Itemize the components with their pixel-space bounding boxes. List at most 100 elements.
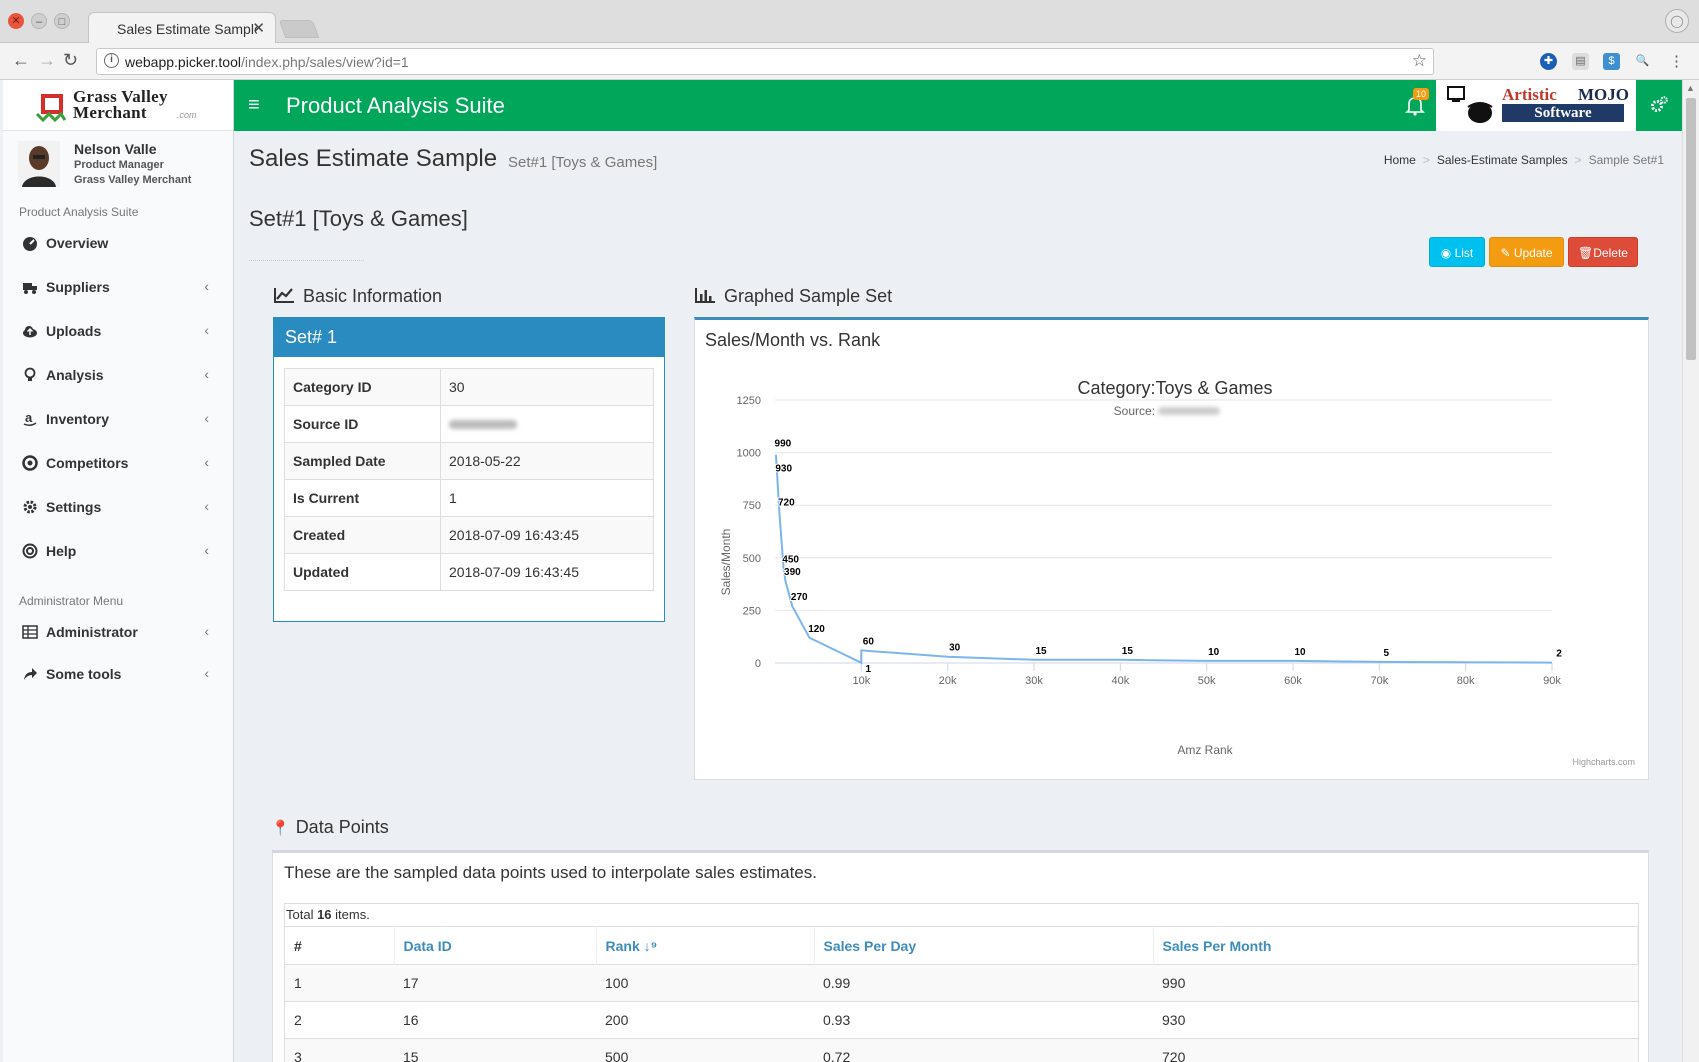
sidebar-item-uploads[interactable]: Uploads ‹ bbox=[3, 312, 233, 352]
chevron-left-icon: ‹ bbox=[204, 366, 209, 382]
truck-icon bbox=[23, 283, 37, 294]
sidebar-item-inventory[interactable]: a Inventory ‹ bbox=[3, 400, 233, 440]
data-grid: Total 16 items. # Data ID Rank ↓⁹ Sales … bbox=[284, 903, 1639, 1062]
user-name: Nelson Valle bbox=[74, 141, 157, 157]
sidebar-item-analysis[interactable]: Analysis ‹ bbox=[3, 356, 233, 396]
table-row[interactable]: 2 16 200 0.93 930 bbox=[285, 1001, 1638, 1039]
column-header-sales-per-day[interactable]: Sales Per Day bbox=[814, 926, 1154, 965]
search-extension-icon[interactable]: 🔍 bbox=[1634, 53, 1651, 70]
back-icon[interactable]: ← bbox=[12, 50, 30, 71]
list-button[interactable]: ◉ List bbox=[1429, 237, 1485, 267]
sidebar-item-overview[interactable]: Overview bbox=[3, 224, 233, 264]
chevron-left-icon: ‹ bbox=[204, 665, 209, 681]
page-scrollbar[interactable]: ▲ bbox=[1682, 80, 1699, 1062]
notification-badge: 10 bbox=[1413, 88, 1429, 100]
blurred-source bbox=[1158, 407, 1220, 415]
data-points-table: # Data ID Rank ↓⁹ Sales Per Day Sales Pe… bbox=[285, 926, 1638, 1062]
address-bar[interactable]: i webapp.picker.tool/index.php/sales/vie… bbox=[96, 48, 1434, 75]
chart-y-axis-label: Sales/Month bbox=[719, 529, 733, 596]
chart-data-label: 390 bbox=[784, 567, 801, 578]
sidebar-item-help[interactable]: Help ‹ bbox=[3, 532, 233, 572]
dashboard-icon bbox=[23, 237, 37, 251]
share-icon bbox=[24, 668, 37, 680]
sidebar-item-some-tools[interactable]: Some tools ‹ bbox=[3, 655, 233, 695]
chart-y-tick-label: 750 bbox=[743, 500, 761, 512]
pushpin-icon: 📍 bbox=[271, 820, 290, 837]
sidebar-item-competitors[interactable]: Competitors ‹ bbox=[3, 444, 233, 484]
reload-icon[interactable]: ↻ bbox=[63, 50, 78, 71]
chevron-left-icon: ‹ bbox=[204, 498, 209, 514]
chevron-left-icon: ‹ bbox=[204, 542, 209, 558]
sidebar-item-administrator[interactable]: Administrator ‹ bbox=[3, 613, 233, 653]
basic-info-panel: Set# 1 Category ID 30 Source ID Sampled D… bbox=[273, 317, 665, 622]
chart-box: Sales/Month vs. Rank 0 250 500 750 1000 1250 … bbox=[694, 317, 1649, 780]
delete-button[interactable]: 🗑Delete bbox=[1568, 237, 1638, 267]
graph-heading: Graphed Sample Set bbox=[694, 286, 892, 307]
update-button[interactable]: ✎ Update bbox=[1489, 237, 1564, 267]
chart-data-label: 2 bbox=[1556, 649, 1562, 660]
url-text: webapp.picker.tool/index.php/sales/view?… bbox=[125, 54, 409, 70]
section-title: Set#1 [Toys & Games] bbox=[249, 206, 468, 231]
table-row[interactable]: 3 15 500 0.72 720 bbox=[285, 1038, 1638, 1062]
chart-subtitle: Source: bbox=[1114, 404, 1155, 418]
chart-data-label: 450 bbox=[782, 554, 799, 565]
sidebar-item-settings[interactable]: Settings ‹ bbox=[3, 488, 233, 528]
cloud-upload-icon bbox=[23, 326, 37, 338]
extension-icon[interactable]: ✚ bbox=[1540, 53, 1557, 70]
window-close-button[interactable]: ✕ bbox=[8, 13, 24, 29]
forward-icon[interactable]: → bbox=[38, 50, 56, 71]
window-minimize-button[interactable]: – bbox=[31, 13, 47, 29]
scroll-thumb[interactable] bbox=[1686, 98, 1696, 360]
chart-box-title: Sales/Month vs. Rank bbox=[705, 330, 881, 350]
lightbulb-icon bbox=[24, 367, 36, 381]
chart-x-tick-label: 40k bbox=[1111, 675, 1129, 687]
chart-data-label: 15 bbox=[1122, 646, 1134, 657]
column-header-data-id[interactable]: Data ID bbox=[394, 926, 597, 965]
detail-row: Is Current 1 bbox=[284, 479, 654, 517]
chart-credit[interactable]: Highcharts.com bbox=[1572, 757, 1635, 767]
bookmark-star-icon[interactable]: ☆ bbox=[1412, 51, 1427, 71]
breadcrumb-current: Sample Set#1 bbox=[1588, 153, 1664, 167]
line-chart-icon bbox=[274, 288, 294, 303]
chart-x-axis-label: Amz Rank bbox=[1177, 743, 1233, 757]
partner-name-mojo: MOJO bbox=[1578, 85, 1629, 104]
chart-data-label: 1 bbox=[866, 664, 872, 675]
scroll-up-icon[interactable]: ▲ bbox=[1686, 83, 1695, 93]
sidebar: Grass Valley Merchant .com Nelson Valle … bbox=[3, 80, 234, 1062]
info-icon[interactable]: i bbox=[104, 53, 119, 68]
data-points-heading: 📍 Data Points bbox=[271, 817, 389, 837]
cart-logo-icon bbox=[35, 94, 67, 122]
detail-row: Category ID 30 bbox=[284, 368, 654, 406]
breadcrumb-home[interactable]: Home bbox=[1384, 153, 1416, 167]
blurred-source-id bbox=[449, 420, 517, 429]
column-header-rank[interactable]: Rank ↓⁹ bbox=[596, 926, 815, 965]
menu-header-main: Product Analysis Suite bbox=[19, 205, 139, 219]
browser-tab[interactable]: Sales Estimate Sample ✕ bbox=[88, 12, 276, 44]
extension-icon[interactable]: $ bbox=[1603, 53, 1620, 70]
breadcrumb-samples[interactable]: Sales-Estimate Samples bbox=[1437, 153, 1568, 167]
detail-row: Updated 2018-07-09 16:43:45 bbox=[284, 553, 654, 591]
chart-y-tick-label: 1250 bbox=[737, 395, 761, 407]
new-tab-button[interactable] bbox=[278, 20, 320, 38]
table-row[interactable]: 1 17 100 0.99 990 bbox=[285, 964, 1638, 1002]
logo-suffix: .com bbox=[177, 110, 197, 120]
chart-data-label: 30 bbox=[949, 643, 961, 654]
menu-toggle-icon[interactable]: ≡ bbox=[248, 94, 260, 117]
partner-logo: Artistic MOJO Software bbox=[1436, 80, 1636, 131]
tab-close-icon[interactable]: ✕ bbox=[252, 19, 265, 37]
logo[interactable]: Grass Valley Merchant .com bbox=[3, 80, 233, 131]
column-header-sales-per-month[interactable]: Sales Per Month bbox=[1153, 926, 1638, 965]
chart-x-tick-label: 50k bbox=[1198, 675, 1216, 687]
breadcrumb: Home > Sales-Estimate Samples > Sample Set#1 bbox=[1383, 153, 1664, 167]
extension-icon[interactable]: ▤ bbox=[1572, 53, 1589, 70]
profile-icon[interactable]: ◯ bbox=[1665, 9, 1689, 33]
sidebar-item-suppliers[interactable]: Suppliers ‹ bbox=[3, 268, 233, 308]
partner-name-artistic: Artistic bbox=[1502, 85, 1557, 104]
tab-title: Sales Estimate Sample bbox=[117, 21, 257, 37]
window-maximize-button[interactable]: □ bbox=[54, 13, 70, 29]
data-points-box: These are the sampled data points used t… bbox=[272, 850, 1649, 1062]
cogs-icon[interactable] bbox=[1649, 95, 1669, 115]
divider bbox=[249, 260, 364, 261]
chart-x-tick-label: 30k bbox=[1025, 675, 1043, 687]
menu-dots-icon[interactable]: ⋮ bbox=[1668, 53, 1685, 70]
